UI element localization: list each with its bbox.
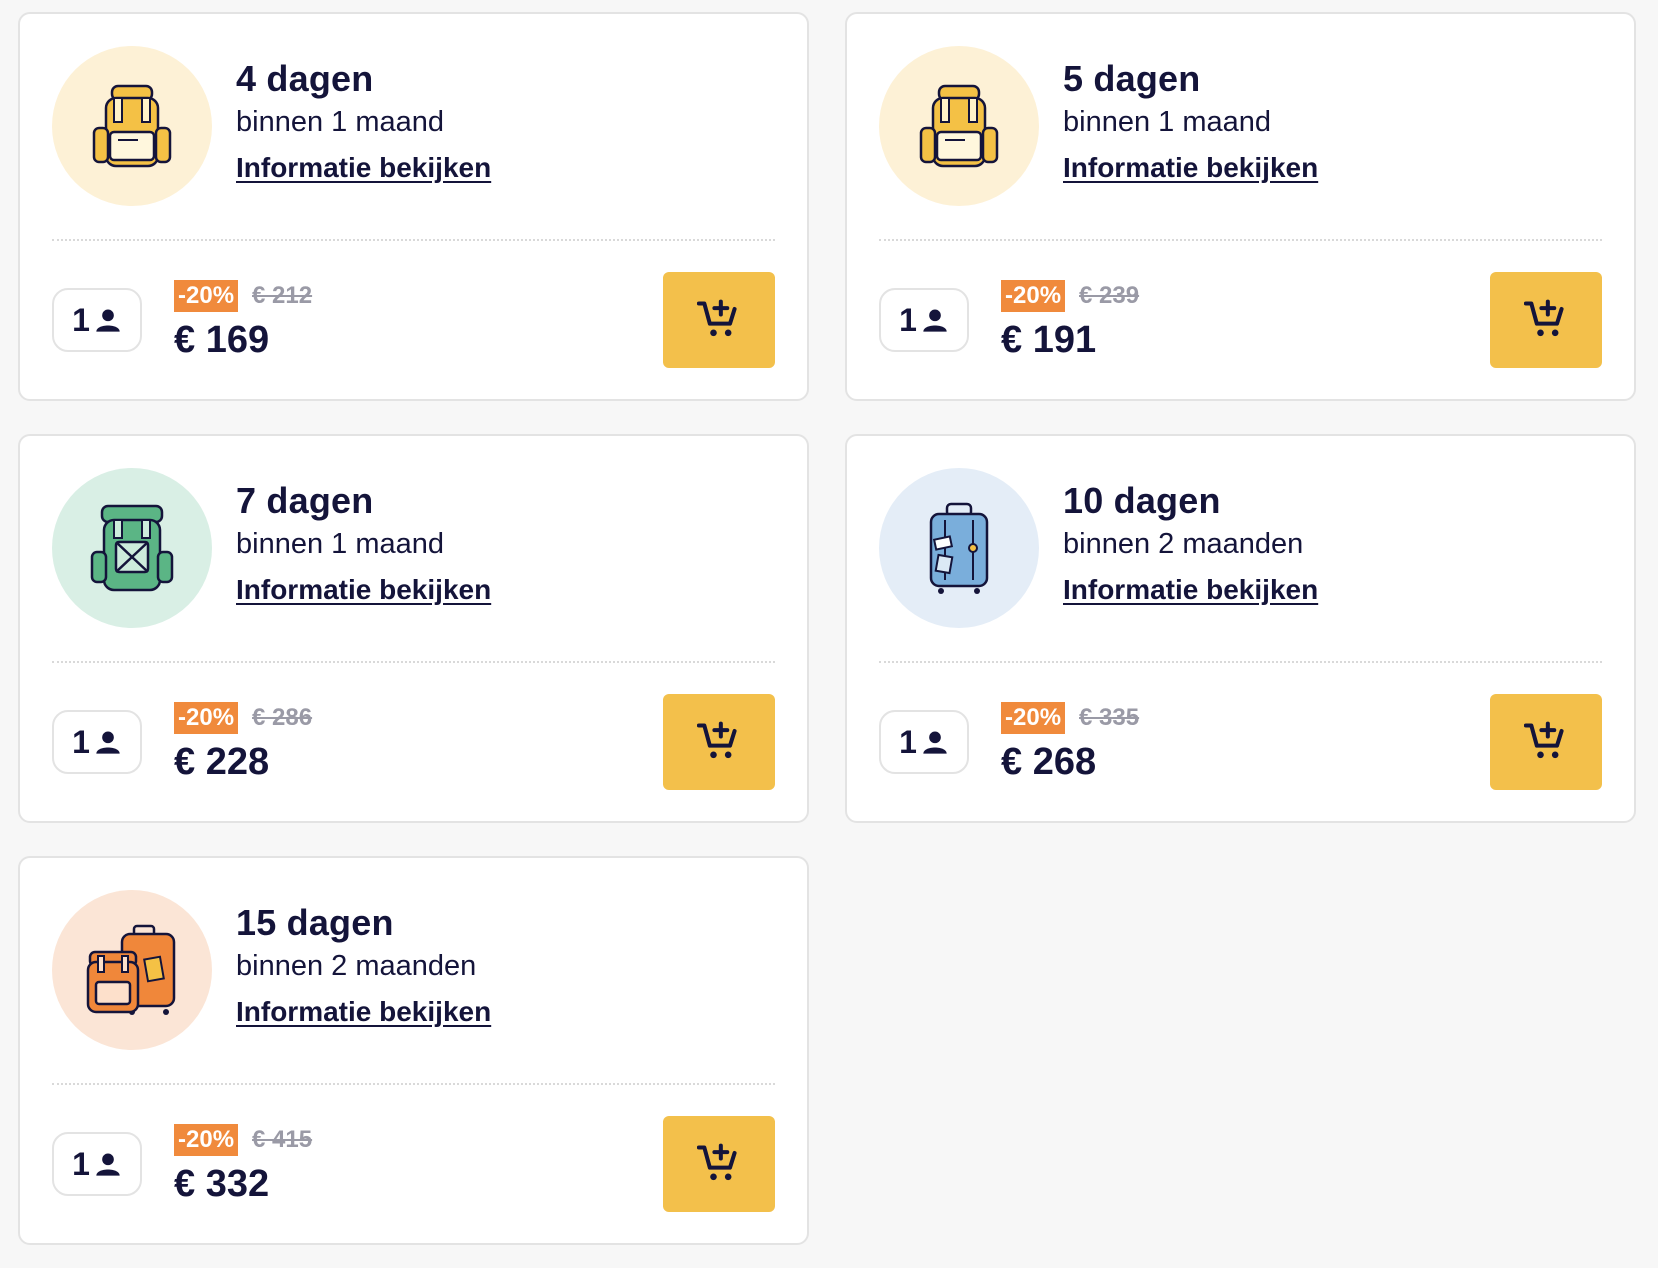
icon-circle bbox=[52, 468, 212, 628]
discount-badge: -20% bbox=[1001, 280, 1066, 312]
price-block: -20% € 212 € 169 bbox=[174, 280, 312, 366]
traveler-count-selector[interactable]: 1 bbox=[879, 710, 969, 774]
orange-luggage-icon bbox=[86, 924, 176, 1015]
product-grid: 4 dagen binnen 1 maand Informatie bekijk… bbox=[0, 0, 1658, 1268]
traveler-count-selector[interactable]: 1 bbox=[52, 710, 142, 774]
card-subtitle: binnen 1 maand bbox=[236, 528, 444, 560]
product-card-5-dagen: 5 dagen binnen 1 maand Informatie bekijk… bbox=[845, 12, 1636, 401]
divider bbox=[879, 239, 1602, 241]
discount-badge: -20% bbox=[174, 280, 239, 312]
product-card-4-dagen: 4 dagen binnen 1 maand Informatie bekijk… bbox=[18, 12, 809, 401]
product-card-10-dagen: 10 dagen binnen 2 maanden Informatie bek… bbox=[845, 434, 1636, 823]
discount-badge: -20% bbox=[1001, 702, 1066, 734]
new-price: € 169 bbox=[174, 319, 270, 361]
add-to-cart-button[interactable] bbox=[663, 694, 775, 790]
card-title: 4 dagen bbox=[236, 58, 374, 99]
price-block: -20% € 415 € 332 bbox=[174, 1124, 312, 1210]
yellow-backpack-icon bbox=[919, 84, 999, 168]
price-block: -20% € 335 € 268 bbox=[1001, 702, 1139, 788]
info-link[interactable]: Informatie bekijken bbox=[236, 572, 491, 608]
cart-plus-icon bbox=[1524, 721, 1564, 759]
divider bbox=[52, 1083, 775, 1085]
new-price: € 268 bbox=[1001, 741, 1097, 783]
product-card-15-dagen: 15 dagen binnen 2 maanden Informatie bek… bbox=[18, 856, 809, 1245]
cart-plus-icon bbox=[697, 1143, 737, 1181]
add-to-cart-button[interactable] bbox=[1490, 694, 1602, 790]
new-price: € 332 bbox=[174, 1163, 270, 1205]
traveler-count: 1 bbox=[72, 723, 90, 760]
price-block: -20% € 239 € 191 bbox=[1001, 280, 1139, 366]
old-price: € 335 bbox=[1079, 704, 1140, 731]
yellow-backpack-icon bbox=[92, 84, 172, 168]
info-link[interactable]: Informatie bekijken bbox=[236, 994, 491, 1030]
divider bbox=[52, 661, 775, 663]
new-price: € 191 bbox=[1001, 319, 1097, 361]
person-icon bbox=[96, 731, 120, 754]
product-card-7-dagen: 7 dagen binnen 1 maand Informatie bekijk… bbox=[18, 434, 809, 823]
traveler-count: 1 bbox=[72, 1145, 90, 1182]
person-icon bbox=[923, 309, 947, 332]
card-subtitle: binnen 1 maand bbox=[1063, 106, 1271, 138]
cart-plus-icon bbox=[1524, 299, 1564, 337]
new-price: € 228 bbox=[174, 741, 270, 783]
old-price: € 212 bbox=[252, 282, 313, 309]
card-title: 5 dagen bbox=[1063, 58, 1201, 99]
price-block: -20% € 286 € 228 bbox=[174, 702, 312, 788]
cart-plus-icon bbox=[697, 721, 737, 759]
old-price: € 415 bbox=[252, 1126, 313, 1153]
traveler-count: 1 bbox=[899, 723, 917, 760]
card-subtitle: binnen 2 maanden bbox=[1063, 528, 1304, 560]
info-link[interactable]: Informatie bekijken bbox=[1063, 572, 1318, 608]
traveler-count: 1 bbox=[899, 301, 917, 338]
icon-circle bbox=[879, 468, 1039, 628]
old-price: € 286 bbox=[252, 704, 313, 731]
add-to-cart-button[interactable] bbox=[663, 272, 775, 368]
add-to-cart-button[interactable] bbox=[663, 1116, 775, 1212]
card-subtitle: binnen 2 maanden bbox=[236, 950, 477, 982]
divider bbox=[52, 239, 775, 241]
card-title: 7 dagen bbox=[236, 480, 374, 521]
green-backpack-icon bbox=[90, 504, 174, 592]
old-price: € 239 bbox=[1079, 282, 1140, 309]
traveler-count: 1 bbox=[72, 301, 90, 338]
traveler-count-selector[interactable]: 1 bbox=[52, 288, 142, 352]
traveler-count-selector[interactable]: 1 bbox=[879, 288, 969, 352]
person-icon bbox=[923, 731, 947, 754]
divider bbox=[879, 661, 1602, 663]
info-link[interactable]: Informatie bekijken bbox=[236, 150, 491, 186]
icon-circle bbox=[52, 890, 212, 1050]
person-icon bbox=[96, 1153, 120, 1176]
cart-plus-icon bbox=[697, 299, 737, 337]
add-to-cart-button[interactable] bbox=[1490, 272, 1602, 368]
card-title: 10 dagen bbox=[1063, 480, 1221, 521]
discount-badge: -20% bbox=[174, 1124, 239, 1156]
icon-circle bbox=[879, 46, 1039, 206]
discount-badge: -20% bbox=[174, 702, 239, 734]
person-icon bbox=[96, 309, 120, 332]
icon-circle bbox=[52, 46, 212, 206]
info-link[interactable]: Informatie bekijken bbox=[1063, 150, 1318, 186]
traveler-count-selector[interactable]: 1 bbox=[52, 1132, 142, 1196]
blue-suitcase-icon bbox=[929, 502, 989, 594]
card-subtitle: binnen 1 maand bbox=[236, 106, 444, 138]
card-title: 15 dagen bbox=[236, 902, 394, 943]
